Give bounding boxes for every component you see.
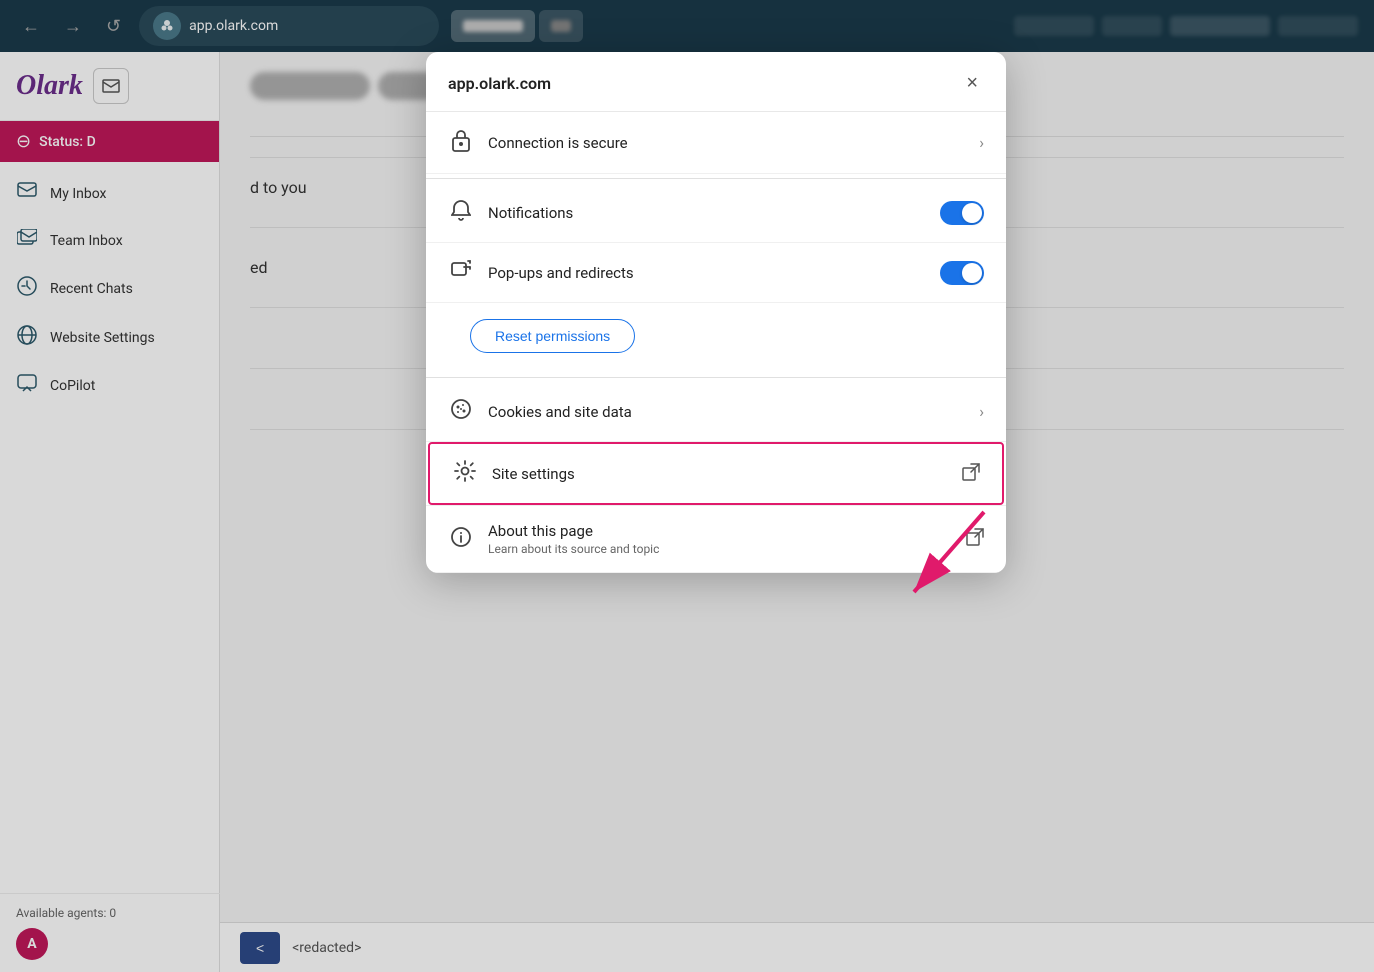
site-settings-label: Site settings <box>492 465 575 483</box>
info-icon <box>448 526 474 553</box>
connection-row-left: Connection is secure <box>448 128 628 157</box>
reset-permissions-container: Reset permissions <box>426 303 1006 373</box>
about-page-ext-link-icon <box>966 528 984 550</box>
notifications-row[interactable]: Notifications <box>426 183 1006 243</box>
popup-icon <box>448 259 474 286</box>
divider-before-cookies <box>426 377 1006 378</box>
popups-toggle[interactable] <box>940 261 984 285</box>
popup-title: app.olark.com <box>448 74 551 93</box>
popups-label: Pop-ups and redirects <box>488 264 634 282</box>
lock-icon <box>448 128 474 157</box>
gear-icon <box>452 460 478 487</box>
site-info-popup: app.olark.com × Connection is secure › <box>426 52 1006 573</box>
notifications-row-left: Notifications <box>448 199 573 226</box>
site-settings-row-left: Site settings <box>452 460 575 487</box>
about-page-row-left: About this page Learn about its source a… <box>448 522 659 556</box>
about-page-text-group: About this page Learn about its source a… <box>488 522 659 556</box>
cookies-chevron: › <box>979 402 984 421</box>
site-settings-row[interactable]: Site settings <box>428 442 1004 505</box>
site-settings-ext-link-icon <box>962 463 980 485</box>
cookies-icon <box>448 398 474 425</box>
about-page-row[interactable]: About this page Learn about its source a… <box>426 505 1006 573</box>
about-page-sublabel: Learn about its source and topic <box>488 542 659 556</box>
notifications-label: Notifications <box>488 204 573 222</box>
cookies-label: Cookies and site data <box>488 403 632 421</box>
reset-permissions-button[interactable]: Reset permissions <box>470 319 635 353</box>
bell-icon <box>448 199 474 226</box>
connection-label: Connection is secure <box>488 134 628 152</box>
divider-after-connection <box>426 178 1006 179</box>
popup-close-button[interactable]: × <box>960 70 984 97</box>
about-page-label: About this page <box>488 522 659 540</box>
cookies-row[interactable]: Cookies and site data › <box>426 382 1006 442</box>
popups-row-left: Pop-ups and redirects <box>448 259 634 286</box>
cookies-row-left: Cookies and site data <box>448 398 632 425</box>
popups-row[interactable]: Pop-ups and redirects <box>426 243 1006 303</box>
popup-overlay[interactable]: app.olark.com × Connection is secure › <box>0 0 1374 972</box>
popup-header: app.olark.com × <box>426 52 1006 112</box>
connection-chevron: › <box>979 133 984 152</box>
connection-row[interactable]: Connection is secure › <box>426 112 1006 174</box>
notifications-toggle[interactable] <box>940 201 984 225</box>
